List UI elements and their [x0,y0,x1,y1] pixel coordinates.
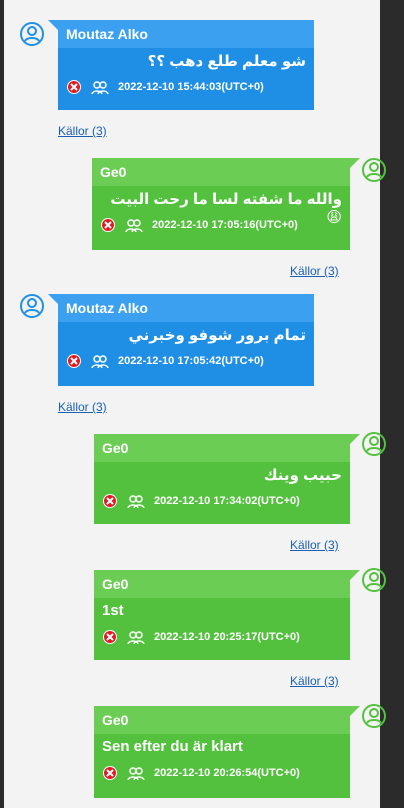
bubble-tail [48,294,58,304]
message-text: Sen efter du är klart [102,738,243,755]
message-sender: Ge0 [94,434,350,462]
message-sender: Moutaz Alko [58,20,314,48]
message-bubble[interactable]: Ge0 حبيب وينك 2022-12-10 17:34:02(UTC+0) [94,434,360,524]
message-bubble[interactable]: Ge0 1st 2022-12-10 20:25:17(UTC+0) [94,570,360,660]
participants-icon[interactable] [124,217,144,233]
participants-icon[interactable] [90,79,110,95]
participants-icon[interactable] [126,493,146,509]
message-meta: 2022-12-10 20:25:17(UTC+0) [94,624,350,650]
user-avatar-icon [20,22,44,46]
message-timestamp: 2022-12-10 15:44:03(UTC+0) [118,81,264,93]
user-avatar-icon [20,294,44,318]
message-meta: 2022-12-10 17:05:42(UTC+0) [58,348,314,374]
user-avatar-icon [362,704,386,728]
message-sender: Ge0 [94,706,350,734]
bubble-tail [350,570,360,580]
message-meta: 2022-12-10 17:05:16(UTC+0) [92,212,350,238]
sources-link[interactable]: Källor (3) [290,538,339,552]
message-sender: Moutaz Alko [58,294,314,322]
bubble-tail [350,158,360,168]
message-timestamp: 2022-12-10 17:05:16(UTC+0) [152,219,298,231]
message-sender: Ge0 [92,158,350,186]
bubble-tail [48,20,58,30]
message-timestamp: 2022-12-10 20:25:17(UTC+0) [154,631,300,643]
message-text: شو معلم طلع دهب ؟؟ [147,53,306,70]
message-text: حبيب وينك [263,467,342,484]
message-meta: 2022-12-10 15:44:03(UTC+0) [58,74,314,100]
message-timestamp: 2022-12-10 20:26:54(UTC+0) [154,767,300,779]
delete-icon[interactable] [102,765,118,781]
scrollbar[interactable] [392,0,404,808]
user-avatar-icon [362,568,386,592]
message-bubble[interactable]: Ge0 والله ما شفته لسا ما رحت البيت 😩 202… [92,158,360,250]
bubble-tail [350,706,360,716]
participants-icon[interactable] [126,629,146,645]
message-bubble[interactable]: Moutaz Alko تمام برور شوفو وخبرني 2022-1… [48,294,314,386]
message-timestamp: 2022-12-10 17:34:02(UTC+0) [154,495,300,507]
user-avatar-icon [362,432,386,456]
message-bubble[interactable]: Ge0 Sen efter du är klart 2022-12-10 20:… [94,706,360,798]
delete-icon[interactable] [100,217,116,233]
message-text: تمام برور شوفو وخبرني [128,327,306,344]
bubble-tail [350,434,360,444]
message-meta: 2022-12-10 17:34:02(UTC+0) [94,488,350,514]
sources-link[interactable]: Källor (3) [290,264,339,278]
message-bubble[interactable]: Moutaz Alko شو معلم طلع دهب ؟؟ 2022-12-1… [48,20,314,110]
sources-link[interactable]: Källor (3) [290,674,339,688]
message-timestamp: 2022-12-10 17:05:42(UTC+0) [118,355,264,367]
delete-icon[interactable] [66,79,82,95]
sources-link[interactable]: Källor (3) [58,400,107,414]
delete-icon[interactable] [102,629,118,645]
message-meta: 2022-12-10 20:26:54(UTC+0) [94,760,350,786]
sources-link[interactable]: Källor (3) [58,124,107,138]
delete-icon[interactable] [66,353,82,369]
message-text: والله ما شفته لسا ما رحت البيت 😩 [110,191,342,226]
chat-panel: Moutaz Alko شو معلم طلع دهب ؟؟ 2022-12-1… [0,0,388,808]
participants-icon[interactable] [90,353,110,369]
delete-icon[interactable] [102,493,118,509]
user-avatar-icon [362,158,386,182]
participants-icon[interactable] [126,765,146,781]
message-sender: Ge0 [94,570,350,598]
message-text: 1st [102,602,124,619]
